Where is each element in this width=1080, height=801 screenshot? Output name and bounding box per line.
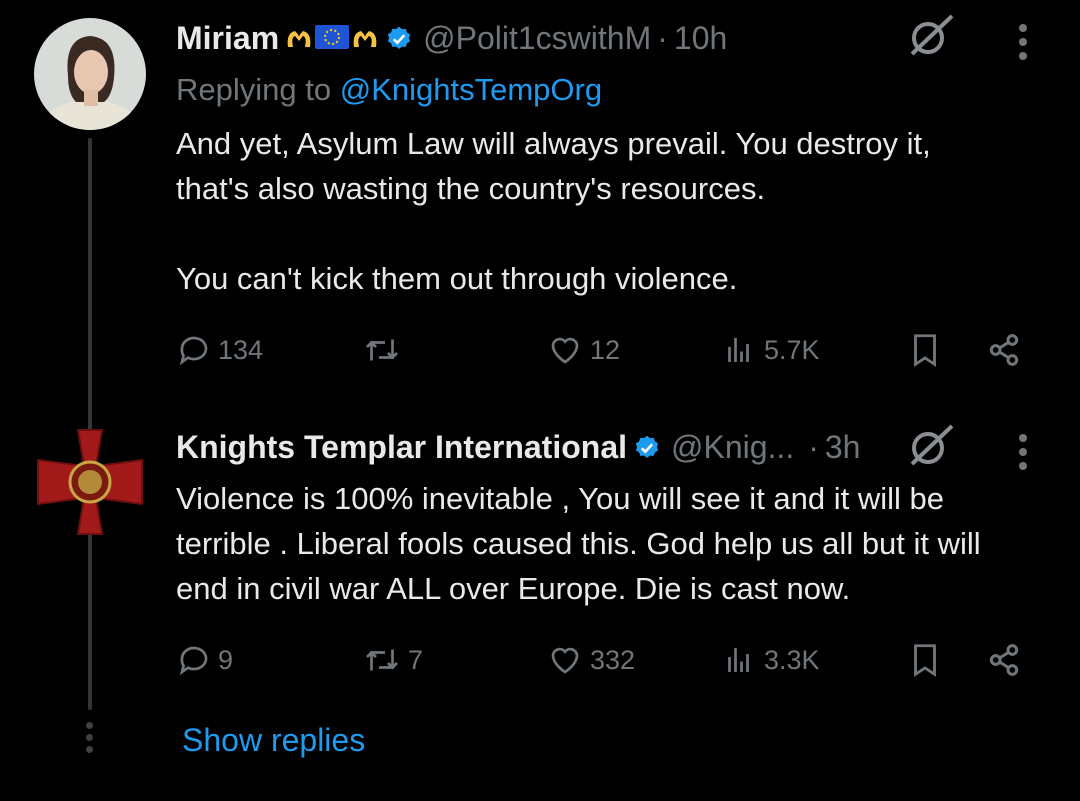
views-button[interactable]: 5.7K [722,332,820,368]
tweet2-header: Knights Templar International @Knig... ·… [176,427,860,467]
timestamp[interactable]: 3h [825,429,861,466]
bookmark-button[interactable] [906,330,944,370]
retweet-button[interactable] [362,332,408,368]
views-button[interactable]: 3.3K [722,642,820,678]
reply-count: 134 [218,334,264,365]
author-name[interactable]: Miriam [176,20,279,57]
retweet-count: 7 [408,644,424,675]
tweet2-actions: 9 7 332 3.3K [176,638,1036,682]
like-count: 332 [590,644,636,675]
share-icon [989,334,1019,366]
views-icon [728,338,749,362]
separator-dot: · [808,428,819,465]
reply-button[interactable]: 9 [176,642,233,678]
views-icon [728,648,749,672]
share-icon [989,644,1019,676]
share-button[interactable] [984,640,1024,680]
more-icon[interactable] [1019,434,1029,476]
tweet-text-line: that's also wasting the country's resour… [176,171,766,206]
like-icon [551,647,579,674]
replying-to: Replying to @KnightsTempOrg [176,72,602,108]
retweet-button[interactable]: 7 [362,642,423,678]
reply-count: 9 [218,644,234,675]
emoji-hands-heart [351,20,379,57]
like-button[interactable]: 12 [546,332,620,368]
avatar-miriam[interactable] [34,18,146,130]
like-icon [551,337,579,364]
author-name[interactable]: Knights Templar International [176,429,627,466]
emoji-hands-heart [285,20,313,57]
avatar-knights-templar[interactable] [34,426,146,538]
like-button[interactable]: 332 [546,642,635,678]
bookmark-button[interactable] [906,640,944,680]
tweet-text-line: And yet, Asylum Law will always prevail.… [176,126,931,161]
tweet2-text: Violence is 100% inevitable , You will s… [176,476,1056,611]
tweet1-actions: 134 12 5.7K [176,328,1036,372]
grok-icon[interactable] [904,420,956,472]
views-count: 5.7K [764,334,820,365]
bookmark-icon [914,644,936,677]
like-count: 12 [590,334,621,365]
replying-to-label: Replying to [176,72,332,107]
reply-icon [179,646,208,676]
thread-line [88,548,92,710]
verified-icon [633,433,661,461]
reply-icon [179,336,208,366]
replying-to-handle[interactable]: @KnightsTempOrg [340,72,602,107]
show-replies-link[interactable]: Show replies [182,722,365,759]
tweet1-text: And yet, Asylum Law will always prevail.… [176,121,1056,301]
separator-dot: · [657,19,668,56]
timestamp[interactable]: 10h [674,20,727,57]
more-icon[interactable] [1019,24,1029,66]
views-count: 3.3K [764,644,820,675]
retweet-icon [366,339,398,361]
retweet-icon [366,649,398,671]
grok-icon[interactable] [904,10,956,62]
tweet-text-line: You can't kick them out through violence… [176,261,738,296]
verified-icon [385,24,413,52]
bookmark-icon [914,334,936,367]
share-button[interactable] [984,330,1024,370]
author-handle[interactable]: @Knig... [671,429,794,466]
tweet-text-line: terrible . Liberal fools caused this. Go… [176,526,981,561]
tweet1-header: Miriam @Polit1cswithM · 10h [176,18,727,58]
author-handle[interactable]: @Polit1cswithM [423,20,651,57]
thread-continuation-dots [86,722,93,758]
tweet-text-line: end in civil war ALL over Europe. Die is… [176,571,851,606]
emoji-eu-flag [315,20,350,57]
reply-button[interactable]: 134 [176,332,263,368]
tweet-text-line: Violence is 100% inevitable , You will s… [176,481,945,516]
